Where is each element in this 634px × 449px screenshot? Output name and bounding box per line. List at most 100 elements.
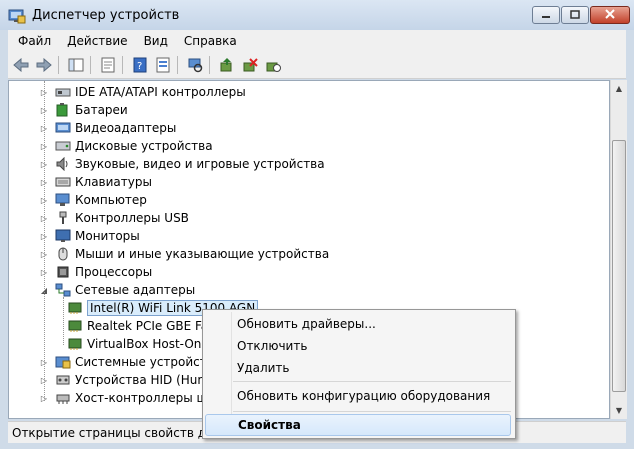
show-hide-tree-icon[interactable] bbox=[66, 55, 86, 75]
title-bar[interactable]: Диспетчер устройств bbox=[0, 0, 634, 30]
close-icon bbox=[604, 8, 616, 22]
hid-icon bbox=[55, 372, 71, 388]
tree-category-item[interactable]: ▷ Видеоадаптеры bbox=[39, 119, 176, 137]
tree-child-item[interactable]: Realtek PCIe GBE Fan bbox=[67, 317, 216, 335]
uninstall-device-icon[interactable] bbox=[263, 55, 283, 75]
tree-item-label: Процессоры bbox=[75, 265, 153, 279]
tree-item-label: IDE ATA/ATAPI контроллеры bbox=[75, 85, 246, 99]
processor-icon bbox=[55, 264, 71, 280]
tree-item-label: Realtek PCIe GBE Fan bbox=[87, 319, 216, 333]
toolbar-separator bbox=[209, 56, 210, 74]
tree-category-item[interactable]: ▷ Мыши и иные указывающие устройства bbox=[39, 245, 329, 263]
scan-hardware-icon[interactable] bbox=[185, 55, 205, 75]
ctx-uninstall-label: Удалить bbox=[237, 361, 290, 375]
close-button[interactable] bbox=[590, 6, 630, 24]
tree-item-label: Батареи bbox=[75, 103, 128, 117]
maximize-icon bbox=[570, 8, 580, 22]
ctx-update-drivers-label: Обновить драйверы... bbox=[237, 317, 376, 331]
tree-category-item[interactable]: ▷ Компьютер bbox=[39, 191, 147, 209]
minimize-icon bbox=[541, 8, 551, 22]
minimize-button[interactable] bbox=[532, 6, 560, 24]
tree-category-item[interactable]: ▷ Системные устройства bbox=[39, 353, 221, 371]
menu-action[interactable]: Действие bbox=[61, 34, 133, 48]
disk-drive-icon bbox=[55, 138, 71, 154]
ctx-update-drivers[interactable]: Обновить драйверы... bbox=[205, 313, 511, 335]
bus-controller-icon bbox=[55, 390, 71, 406]
ctx-properties[interactable]: Свойства bbox=[205, 414, 511, 436]
tree-category-item[interactable]: ▷ Процессоры bbox=[39, 263, 152, 281]
keyboard-icon bbox=[55, 174, 71, 190]
tree-connector-line bbox=[44, 81, 45, 401]
ide-controller-icon bbox=[55, 84, 71, 100]
details-icon[interactable] bbox=[153, 55, 173, 75]
svg-text:?: ? bbox=[137, 61, 142, 72]
ctx-properties-label: Свойства bbox=[238, 418, 301, 432]
system-device-icon bbox=[55, 354, 71, 370]
context-menu: Обновить драйверы... Отключить Удалить О… bbox=[202, 309, 516, 439]
forward-arrow-icon[interactable] bbox=[34, 55, 54, 75]
ctx-disable-label: Отключить bbox=[237, 339, 308, 353]
scroll-down-arrow-icon[interactable]: ▼ bbox=[611, 402, 627, 419]
tree-item-label: Контроллеры USB bbox=[75, 211, 189, 225]
tree-item-label: VirtualBox Host-Only bbox=[87, 337, 212, 351]
ctx-scan-hardware[interactable]: Обновить конфигурацию оборудования bbox=[205, 385, 511, 407]
scroll-up-arrow-icon[interactable]: ▲ bbox=[611, 80, 627, 97]
vertical-scrollbar[interactable]: ▲ ▼ bbox=[610, 80, 627, 419]
tree-connector-line bbox=[63, 297, 64, 345]
tree-category-item[interactable]: ▷ Клавиатуры bbox=[39, 173, 152, 191]
ctx-uninstall[interactable]: Удалить bbox=[205, 357, 511, 379]
tree-category-item[interactable]: ▷ Контроллеры USB bbox=[39, 209, 189, 227]
tree-item-label: Мониторы bbox=[75, 229, 140, 243]
display-adapter-icon bbox=[55, 120, 71, 136]
menu-file[interactable]: Файл bbox=[12, 34, 57, 48]
ctx-disable[interactable]: Отключить bbox=[205, 335, 511, 357]
scrollbar-thumb[interactable] bbox=[612, 140, 626, 392]
mouse-icon bbox=[55, 246, 71, 262]
tree-category-item[interactable]: ▷ Мониторы bbox=[39, 227, 140, 245]
toolbar-separator bbox=[122, 56, 123, 74]
ctx-scan-hardware-label: Обновить конфигурацию оборудования bbox=[237, 389, 491, 403]
monitor-icon bbox=[55, 228, 71, 244]
toolbar-separator bbox=[90, 56, 91, 74]
tree-item-label: Системные устройства bbox=[75, 355, 222, 369]
toolbar-separator bbox=[177, 56, 178, 74]
tree-category-item[interactable]: ▷ Батареи bbox=[39, 101, 128, 119]
sound-icon bbox=[55, 156, 71, 172]
usb-icon bbox=[55, 210, 71, 226]
properties-icon[interactable] bbox=[98, 55, 118, 75]
tree-category-item[interactable]: ▷ Хост-контроллеры шин bbox=[39, 389, 223, 407]
menu-help[interactable]: Справка bbox=[178, 34, 243, 48]
ctx-separator bbox=[233, 411, 511, 412]
maximize-button[interactable] bbox=[561, 6, 589, 24]
menu-view[interactable]: Вид bbox=[138, 34, 174, 48]
tree-category-item[interactable]: ▷ Дисковые устройства bbox=[39, 137, 213, 155]
tree-category-item[interactable]: ▷ Звуковые, видео и игровые устройства bbox=[39, 155, 325, 173]
network-adapter-icon bbox=[55, 282, 71, 298]
toolbar: ? bbox=[8, 52, 626, 79]
update-driver-icon[interactable] bbox=[217, 55, 237, 75]
window-title: Диспетчер устройств bbox=[32, 8, 180, 23]
tree-item-label: Клавиатуры bbox=[75, 175, 152, 189]
ctx-separator bbox=[233, 381, 511, 382]
tree-item-label: Компьютер bbox=[75, 193, 147, 207]
menu-bar: Файл Действие Вид Справка bbox=[8, 30, 626, 52]
disable-device-icon[interactable] bbox=[240, 55, 260, 75]
tree-item-label: Мыши и иные указывающие устройства bbox=[75, 247, 330, 261]
tree-item-label: Звуковые, видео и игровые устройства bbox=[75, 157, 325, 171]
network-card-icon bbox=[67, 318, 83, 334]
tree-item-label: Хост-контроллеры шин bbox=[75, 391, 224, 405]
network-card-icon bbox=[67, 300, 83, 316]
device-manager-app-icon bbox=[8, 8, 26, 24]
battery-icon bbox=[55, 102, 71, 118]
device-manager-window: Диспетчер устройств Файл Действие Вид Сп… bbox=[0, 0, 634, 449]
tree-item-label: Сетевые адаптеры bbox=[75, 283, 196, 297]
toolbar-separator bbox=[58, 56, 59, 74]
back-arrow-icon[interactable] bbox=[11, 55, 31, 75]
tree-item-label: Видеоадаптеры bbox=[75, 121, 177, 135]
network-card-icon bbox=[67, 336, 83, 352]
tree-child-item[interactable]: VirtualBox Host-Only bbox=[67, 335, 212, 353]
tree-item-label: Дисковые устройства bbox=[75, 139, 213, 153]
tree-category-item[interactable]: ▷ Устройства HID (Human bbox=[39, 371, 224, 389]
tree-category-item[interactable]: ▷ IDE ATA/ATAPI контроллеры bbox=[39, 83, 246, 101]
help-icon[interactable]: ? bbox=[130, 55, 150, 75]
